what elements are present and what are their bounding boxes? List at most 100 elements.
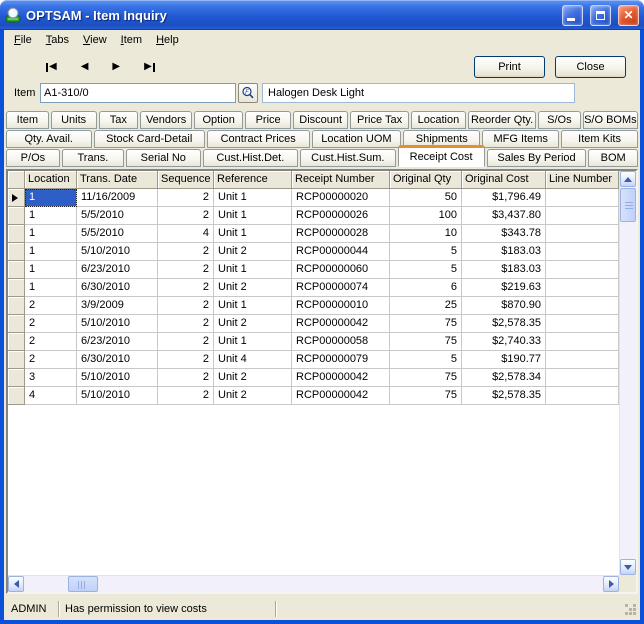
cell-reference[interactable]: Unit 2 (214, 369, 292, 387)
tab-receipt-cost[interactable]: Receipt Cost (397, 145, 485, 167)
grid-row-2[interactable]: 1 5/5/2010 2 Unit 1 RCP00000026 100 $3,437.80 (8, 207, 619, 225)
cell-sequence[interactable]: 2 (158, 297, 214, 315)
close-button[interactable]: Close (555, 56, 626, 78)
cell-receipt-number[interactable]: RCP00000060 (292, 261, 390, 279)
tab-mfg-items[interactable]: MFG Items (482, 130, 560, 148)
cell-sequence[interactable]: 4 (158, 225, 214, 243)
cell-original-cost[interactable]: $183.03 (462, 243, 546, 261)
cell-trans-date[interactable]: 11/16/2009 (77, 189, 158, 207)
cell-line-number[interactable] (546, 387, 619, 405)
horizontal-scroll-thumb[interactable] (68, 576, 98, 592)
cell-reference[interactable]: Unit 2 (214, 315, 292, 333)
cell-original-qty[interactable]: 75 (390, 315, 462, 333)
tab-discount[interactable]: Discount (293, 111, 349, 129)
tab-item-kits[interactable]: Item Kits (561, 130, 639, 148)
cell-original-cost[interactable]: $183.03 (462, 261, 546, 279)
tab-contract-prices[interactable]: Contract Prices (206, 130, 310, 148)
cell-reference[interactable]: Unit 1 (214, 207, 292, 225)
cell-original-qty[interactable]: 75 (390, 369, 462, 387)
grid-row-7[interactable]: 2 3/9/2009 2 Unit 1 RCP00000010 25 $870.90 (8, 297, 619, 315)
cell-line-number[interactable] (546, 315, 619, 333)
cell-trans-date[interactable]: 6/23/2010 (77, 261, 158, 279)
tab-bom[interactable]: BOM (588, 149, 638, 167)
cell-original-cost[interactable]: $3,437.80 (462, 207, 546, 225)
minimize-icon[interactable] (562, 4, 583, 26)
grid-row-8[interactable]: 2 5/10/2010 2 Unit 2 RCP00000042 75 $2,578.35 (8, 315, 619, 333)
cell-receipt-number[interactable]: RCP00000079 (292, 351, 390, 369)
row-selector[interactable] (8, 387, 25, 405)
cell-sequence[interactable]: 2 (158, 351, 214, 369)
row-selector[interactable] (8, 333, 25, 351)
grid-row-3[interactable]: 1 5/5/2010 4 Unit 1 RCP00000028 10 $343.78 (8, 225, 619, 243)
grid-row-5[interactable]: 1 6/23/2010 2 Unit 1 RCP00000060 5 $183.03 (8, 261, 619, 279)
cell-sequence[interactable]: 2 (158, 261, 214, 279)
horizontal-scrollbar[interactable] (8, 575, 619, 592)
grid-row-11[interactable]: 3 5/10/2010 2 Unit 2 RCP00000042 75 $2,578.34 (8, 369, 619, 387)
menu-item-help[interactable]: Help (149, 32, 186, 48)
grid-row-1[interactable]: 1 11/16/2009 2 Unit 1 RCP00000020 50 $1,796.49 (8, 189, 619, 207)
cell-sequence[interactable]: 2 (158, 333, 214, 351)
cell-receipt-number[interactable]: RCP00000074 (292, 279, 390, 297)
cell-original-qty[interactable]: 6 (390, 279, 462, 297)
cell-sequence[interactable]: 2 (158, 387, 214, 405)
cell-line-number[interactable] (546, 369, 619, 387)
previous-record-icon[interactable]: ◀ (81, 62, 89, 72)
cell-line-number[interactable] (546, 279, 619, 297)
grid-header-original-qty[interactable]: Original Qty (390, 171, 462, 189)
cell-receipt-number[interactable]: RCP00000042 (292, 369, 390, 387)
cell-reference[interactable]: Unit 1 (214, 189, 292, 207)
grid-header-reference[interactable]: Reference (214, 171, 292, 189)
scroll-down-icon[interactable] (620, 559, 636, 575)
cell-location[interactable]: 4 (25, 387, 77, 405)
row-selector[interactable] (8, 189, 25, 207)
cell-original-cost[interactable]: $190.77 (462, 351, 546, 369)
tab-price-tax[interactable]: Price Tax (350, 111, 409, 129)
grid-header-selector[interactable] (8, 171, 25, 189)
cell-reference[interactable]: Unit 1 (214, 333, 292, 351)
cell-receipt-number[interactable]: RCP00000028 (292, 225, 390, 243)
scroll-left-icon[interactable] (8, 576, 24, 592)
menu-item-item[interactable]: Item (114, 32, 149, 48)
menu-item-view[interactable]: View (76, 32, 114, 48)
row-selector[interactable] (8, 261, 25, 279)
cell-sequence[interactable]: 2 (158, 207, 214, 225)
cell-original-qty[interactable]: 10 (390, 225, 462, 243)
cell-location[interactable]: 2 (25, 315, 77, 333)
maximize-icon[interactable] (590, 4, 611, 26)
cell-reference[interactable]: Unit 2 (214, 243, 292, 261)
grid-row-10[interactable]: 2 6/30/2010 2 Unit 4 RCP00000079 5 $190.77 (8, 351, 619, 369)
menu-item-tabs[interactable]: Tabs (39, 32, 76, 48)
tab-stock-card-detail[interactable]: Stock Card-Detail (93, 130, 205, 148)
cell-sequence[interactable]: 2 (158, 315, 214, 333)
row-selector[interactable] (8, 351, 25, 369)
cell-sequence[interactable]: 2 (158, 369, 214, 387)
scroll-right-icon[interactable] (603, 576, 619, 592)
cell-reference[interactable]: Unit 1 (214, 261, 292, 279)
cell-receipt-number[interactable]: RCP00000042 (292, 315, 390, 333)
cell-trans-date[interactable]: 5/5/2010 (77, 207, 158, 225)
cell-line-number[interactable] (546, 297, 619, 315)
cell-reference[interactable]: Unit 1 (214, 297, 292, 315)
tab-option[interactable]: Option (194, 111, 244, 129)
cell-location[interactable]: 1 (25, 225, 77, 243)
tab-sales-by-period[interactable]: Sales By Period (486, 149, 587, 167)
cell-trans-date[interactable]: 6/30/2010 (77, 279, 158, 297)
cell-receipt-number[interactable]: RCP00000020 (292, 189, 390, 207)
cell-trans-date[interactable]: 5/10/2010 (77, 387, 158, 405)
cell-original-cost[interactable]: $870.90 (462, 297, 546, 315)
cell-location[interactable]: 2 (25, 351, 77, 369)
tab-trans[interactable]: Trans. (61, 149, 124, 167)
cell-line-number[interactable] (546, 261, 619, 279)
row-selector[interactable] (8, 369, 25, 387)
tab-units[interactable]: Units (50, 111, 97, 129)
print-button[interactable]: Print (474, 56, 545, 78)
tab-reorder-qty[interactable]: Reorder Qty. (468, 111, 537, 129)
cell-receipt-number[interactable]: RCP00000058 (292, 333, 390, 351)
cell-trans-date[interactable]: 5/5/2010 (77, 225, 158, 243)
cell-original-cost[interactable]: $2,578.34 (462, 369, 546, 387)
tab-location-uom[interactable]: Location UOM (311, 130, 402, 148)
grid-row-6[interactable]: 1 6/30/2010 2 Unit 2 RCP00000074 6 $219.63 (8, 279, 619, 297)
cell-original-qty[interactable]: 100 (390, 207, 462, 225)
tab-price[interactable]: Price (245, 111, 292, 129)
cell-location[interactable]: 1 (25, 189, 77, 207)
